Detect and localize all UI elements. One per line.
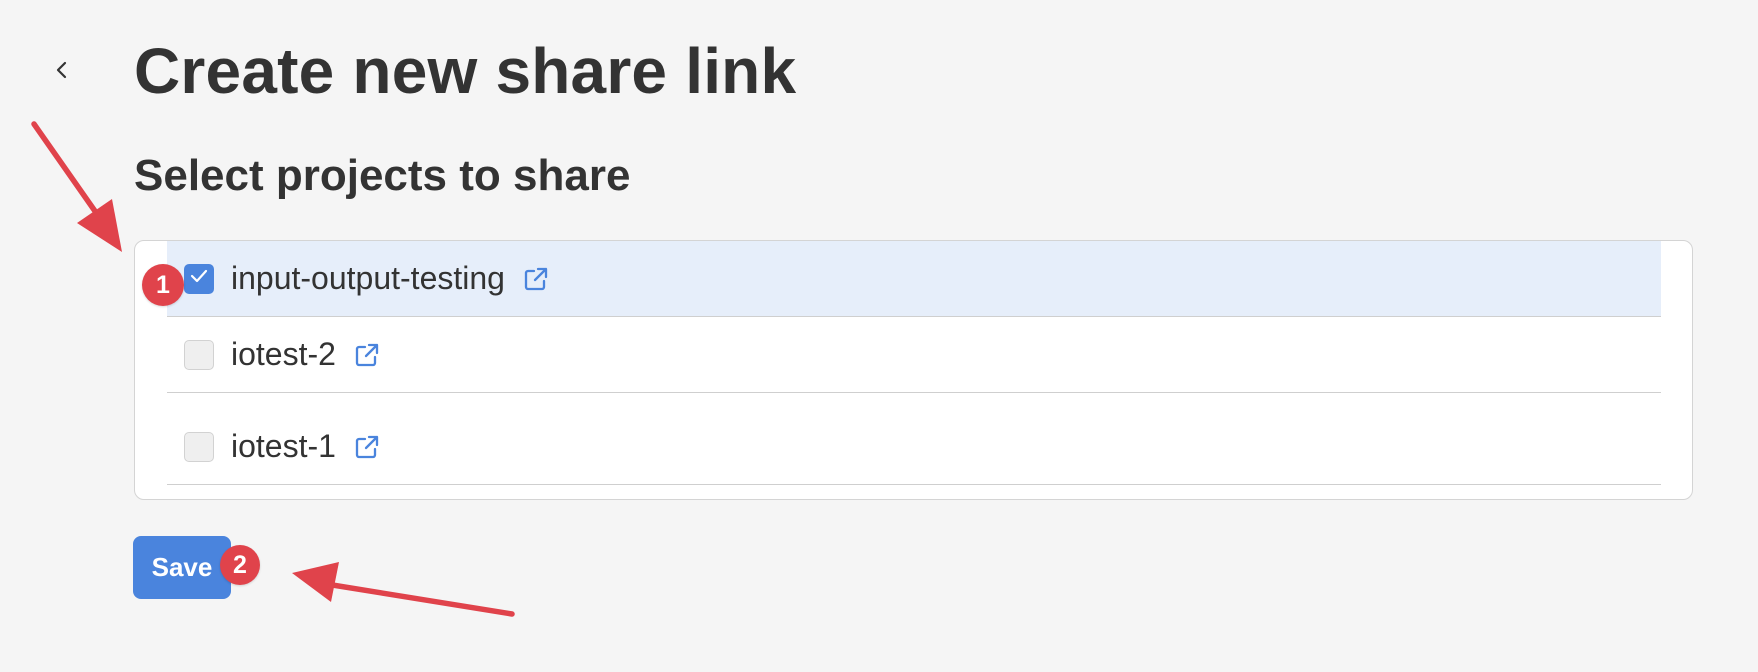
- project-row[interactable]: iotest-2: [167, 317, 1661, 393]
- project-checkbox[interactable]: [184, 431, 214, 462]
- annotation-badge-2: 2: [220, 545, 260, 585]
- project-checkbox[interactable]: [184, 263, 214, 294]
- project-list: input-output-testing iotest-2 iotest-1: [134, 240, 1693, 500]
- external-link-icon[interactable]: [354, 434, 380, 460]
- project-name: input-output-testing: [231, 260, 505, 296]
- back-button[interactable]: [42, 50, 82, 90]
- project-name: iotest-1: [231, 428, 336, 464]
- save-button[interactable]: Save: [133, 536, 231, 599]
- external-link-icon[interactable]: [523, 266, 549, 292]
- project-checkbox[interactable]: [184, 339, 214, 370]
- checkmark-icon: [189, 268, 209, 289]
- project-row[interactable]: input-output-testing: [167, 241, 1661, 317]
- external-link-icon[interactable]: [354, 342, 380, 368]
- chevron-left-icon: [54, 58, 70, 82]
- section-title: Select projects to share: [134, 151, 631, 200]
- project-name: iotest-2: [231, 336, 336, 372]
- page-title: Create new share link: [134, 35, 797, 107]
- annotation-badge-1: 1: [142, 264, 184, 306]
- project-row[interactable]: iotest-1: [167, 409, 1661, 485]
